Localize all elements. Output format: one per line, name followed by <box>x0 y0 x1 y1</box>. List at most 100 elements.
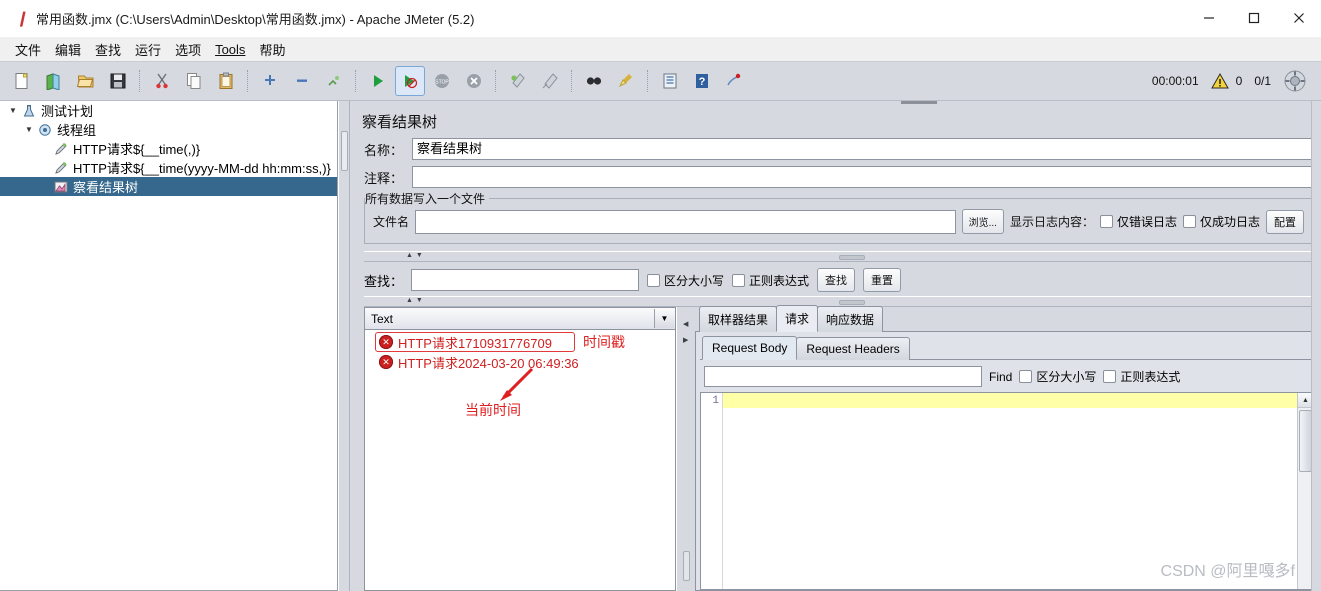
connect-status-icon[interactable] <box>1283 69 1307 93</box>
menu-help[interactable]: 帮助 <box>252 38 292 61</box>
horizontal-splitter-top[interactable]: ▲▼ <box>364 251 1313 262</box>
subtab-request-headers[interactable]: Request Headers <box>796 337 910 360</box>
editor-code-area[interactable] <box>723 393 1297 589</box>
function-helper-icon[interactable] <box>655 66 685 96</box>
find-button[interactable]: 查找 <box>817 268 856 292</box>
checkbox-box[interactable] <box>1182 215 1196 228</box>
editor-find-input[interactable] <box>704 366 982 387</box>
tree-detail-splitter[interactable] <box>338 101 350 591</box>
thread-group-icon <box>36 122 54 138</box>
clear-icon[interactable] <box>503 66 533 96</box>
reset-button[interactable]: 重置 <box>863 268 902 292</box>
tab-sampler-result[interactable]: 取样器结果 <box>699 306 778 332</box>
stop-icon[interactable]: STOP <box>427 66 457 96</box>
comment-input[interactable] <box>412 166 1313 188</box>
chevron-down-icon[interactable]: ▼ <box>654 309 674 328</box>
configure-button[interactable]: 配置 <box>1266 209 1304 234</box>
checkbox-box[interactable] <box>732 273 746 287</box>
tab-request[interactable]: 请求 <box>776 305 819 332</box>
tree-node-http-request-2[interactable]: HTTP请求${__time(yyyy-MM-dd hh:mm:ss,)} <box>0 158 337 177</box>
renderer-select[interactable]: Text ▼ <box>364 307 676 330</box>
copy-icon[interactable] <box>179 66 209 96</box>
open-icon[interactable] <box>71 66 101 96</box>
splitter-grip[interactable] <box>838 255 865 260</box>
tab-response-data[interactable]: 响应数据 <box>817 306 884 332</box>
toolbar-status: 00:00:01 0 0/1 <box>1152 69 1315 93</box>
editor-case-sensitive-checkbox[interactable]: 区分大小写 <box>1019 368 1096 385</box>
menu-tools[interactable]: Tools <box>208 40 252 59</box>
results-tree-list[interactable]: ✕ HTTP请求1710931776709 ✕ HTTP请求2024-03-20… <box>364 330 676 591</box>
editor-gutter: 1 <box>701 393 723 589</box>
svg-text:?: ? <box>699 76 706 88</box>
test-plan-icon <box>20 103 38 119</box>
shutdown-icon[interactable] <box>459 66 489 96</box>
warning-indicator[interactable]: 0 <box>1210 73 1242 89</box>
panel-vertical-scrollbar[interactable] <box>1311 101 1321 591</box>
start-no-pauses-icon[interactable] <box>395 66 425 96</box>
splitter-collapse-arrows[interactable]: ▲▼ <box>406 296 426 305</box>
chevron-down-icon[interactable]: ▼ <box>6 106 20 115</box>
jmeter-feather-icon: ❙ <box>14 10 31 27</box>
collapse-all-icon[interactable] <box>287 66 317 96</box>
tree-node-thread-group[interactable]: ▼ 线程组 <box>0 120 337 139</box>
filename-input[interactable] <box>415 209 956 234</box>
checkbox-box[interactable] <box>1019 370 1033 383</box>
tree-node-test-plan[interactable]: ▼ 测试计划 <box>0 101 337 120</box>
splitter-right-arrow[interactable]: ▶ <box>683 337 688 345</box>
search-icon[interactable] <box>579 66 609 96</box>
name-input[interactable]: 察看结果树 <box>412 138 1313 160</box>
results-detail-splitter[interactable]: ◀ ▶ <box>676 307 695 591</box>
minimize-button[interactable] <box>1186 0 1231 36</box>
splitter-grip[interactable] <box>838 300 865 305</box>
menu-run[interactable]: 运行 <box>128 38 168 61</box>
view-results-tree-icon <box>52 179 70 195</box>
menu-edit[interactable]: 编辑 <box>48 38 88 61</box>
current-line-highlight <box>723 393 1297 408</box>
log-display-label: 显示日志内容： <box>1009 215 1094 229</box>
chevron-down-icon[interactable]: ▼ <box>22 125 36 134</box>
editor-regexp-checkbox[interactable]: 正则表达式 <box>1103 368 1180 385</box>
clear-all-icon[interactable] <box>535 66 565 96</box>
error-icon: ✕ <box>379 355 393 369</box>
request-body-editor[interactable]: 1 ▲ <box>700 392 1314 590</box>
successes-only-checkbox[interactable]: 仅成功日志 <box>1182 213 1260 230</box>
editor-find-label[interactable]: Find <box>989 370 1012 384</box>
toggle-icon[interactable] <box>319 66 349 96</box>
templates-icon[interactable] <box>39 66 69 96</box>
splitter-grip[interactable] <box>341 131 348 171</box>
toolbar-separator <box>355 70 357 92</box>
result-item[interactable]: ✕ HTTP请求1710931776709 <box>365 332 675 352</box>
errors-only-checkbox[interactable]: 仅错误日志 <box>1099 213 1177 230</box>
new-icon[interactable] <box>7 66 37 96</box>
result-label: HTTP请求1710931776709 <box>398 335 552 351</box>
menu-options[interactable]: 选项 <box>168 38 208 61</box>
splitter-collapse-arrows[interactable]: ▲▼ <box>406 251 426 260</box>
http-request-icon <box>52 160 70 176</box>
search-input[interactable] <box>411 269 640 291</box>
cut-icon[interactable] <box>147 66 177 96</box>
maximize-button[interactable] <box>1231 0 1276 36</box>
tree-node-http-request-1[interactable]: HTTP请求${__time(,)} <box>0 139 337 158</box>
search-reset-icon[interactable] <box>611 66 641 96</box>
menu-search[interactable]: 查找 <box>88 38 128 61</box>
test-plan-tree[interactable]: ▼ 测试计划 ▼ 线程组 HTTP请求${__time(,)} HTTP请求${… <box>0 101 338 591</box>
splitter-left-arrow[interactable]: ◀ <box>683 321 688 329</box>
expand-all-icon[interactable] <box>255 66 285 96</box>
save-icon[interactable] <box>103 66 133 96</box>
splitter-grip[interactable] <box>683 551 690 581</box>
menu-file[interactable]: 文件 <box>8 38 48 61</box>
close-button[interactable] <box>1276 0 1321 36</box>
search-regexp-checkbox[interactable]: 正则表达式 <box>732 272 809 289</box>
help-icon[interactable]: ? <box>687 66 717 96</box>
checkbox-box[interactable] <box>1103 370 1117 383</box>
tree-node-view-results-tree[interactable]: 察看结果树 <box>0 177 337 196</box>
paste-icon[interactable] <box>211 66 241 96</box>
http-request-icon <box>52 141 70 157</box>
search-case-sensitive-checkbox[interactable]: 区分大小写 <box>647 272 724 289</box>
start-icon[interactable] <box>363 66 393 96</box>
subtab-request-body[interactable]: Request Body <box>702 336 798 360</box>
browse-button[interactable]: 浏览... <box>961 209 1004 234</box>
undo-icon[interactable] <box>719 66 749 96</box>
checkbox-box[interactable] <box>647 273 661 287</box>
checkbox-box[interactable] <box>1099 215 1113 228</box>
